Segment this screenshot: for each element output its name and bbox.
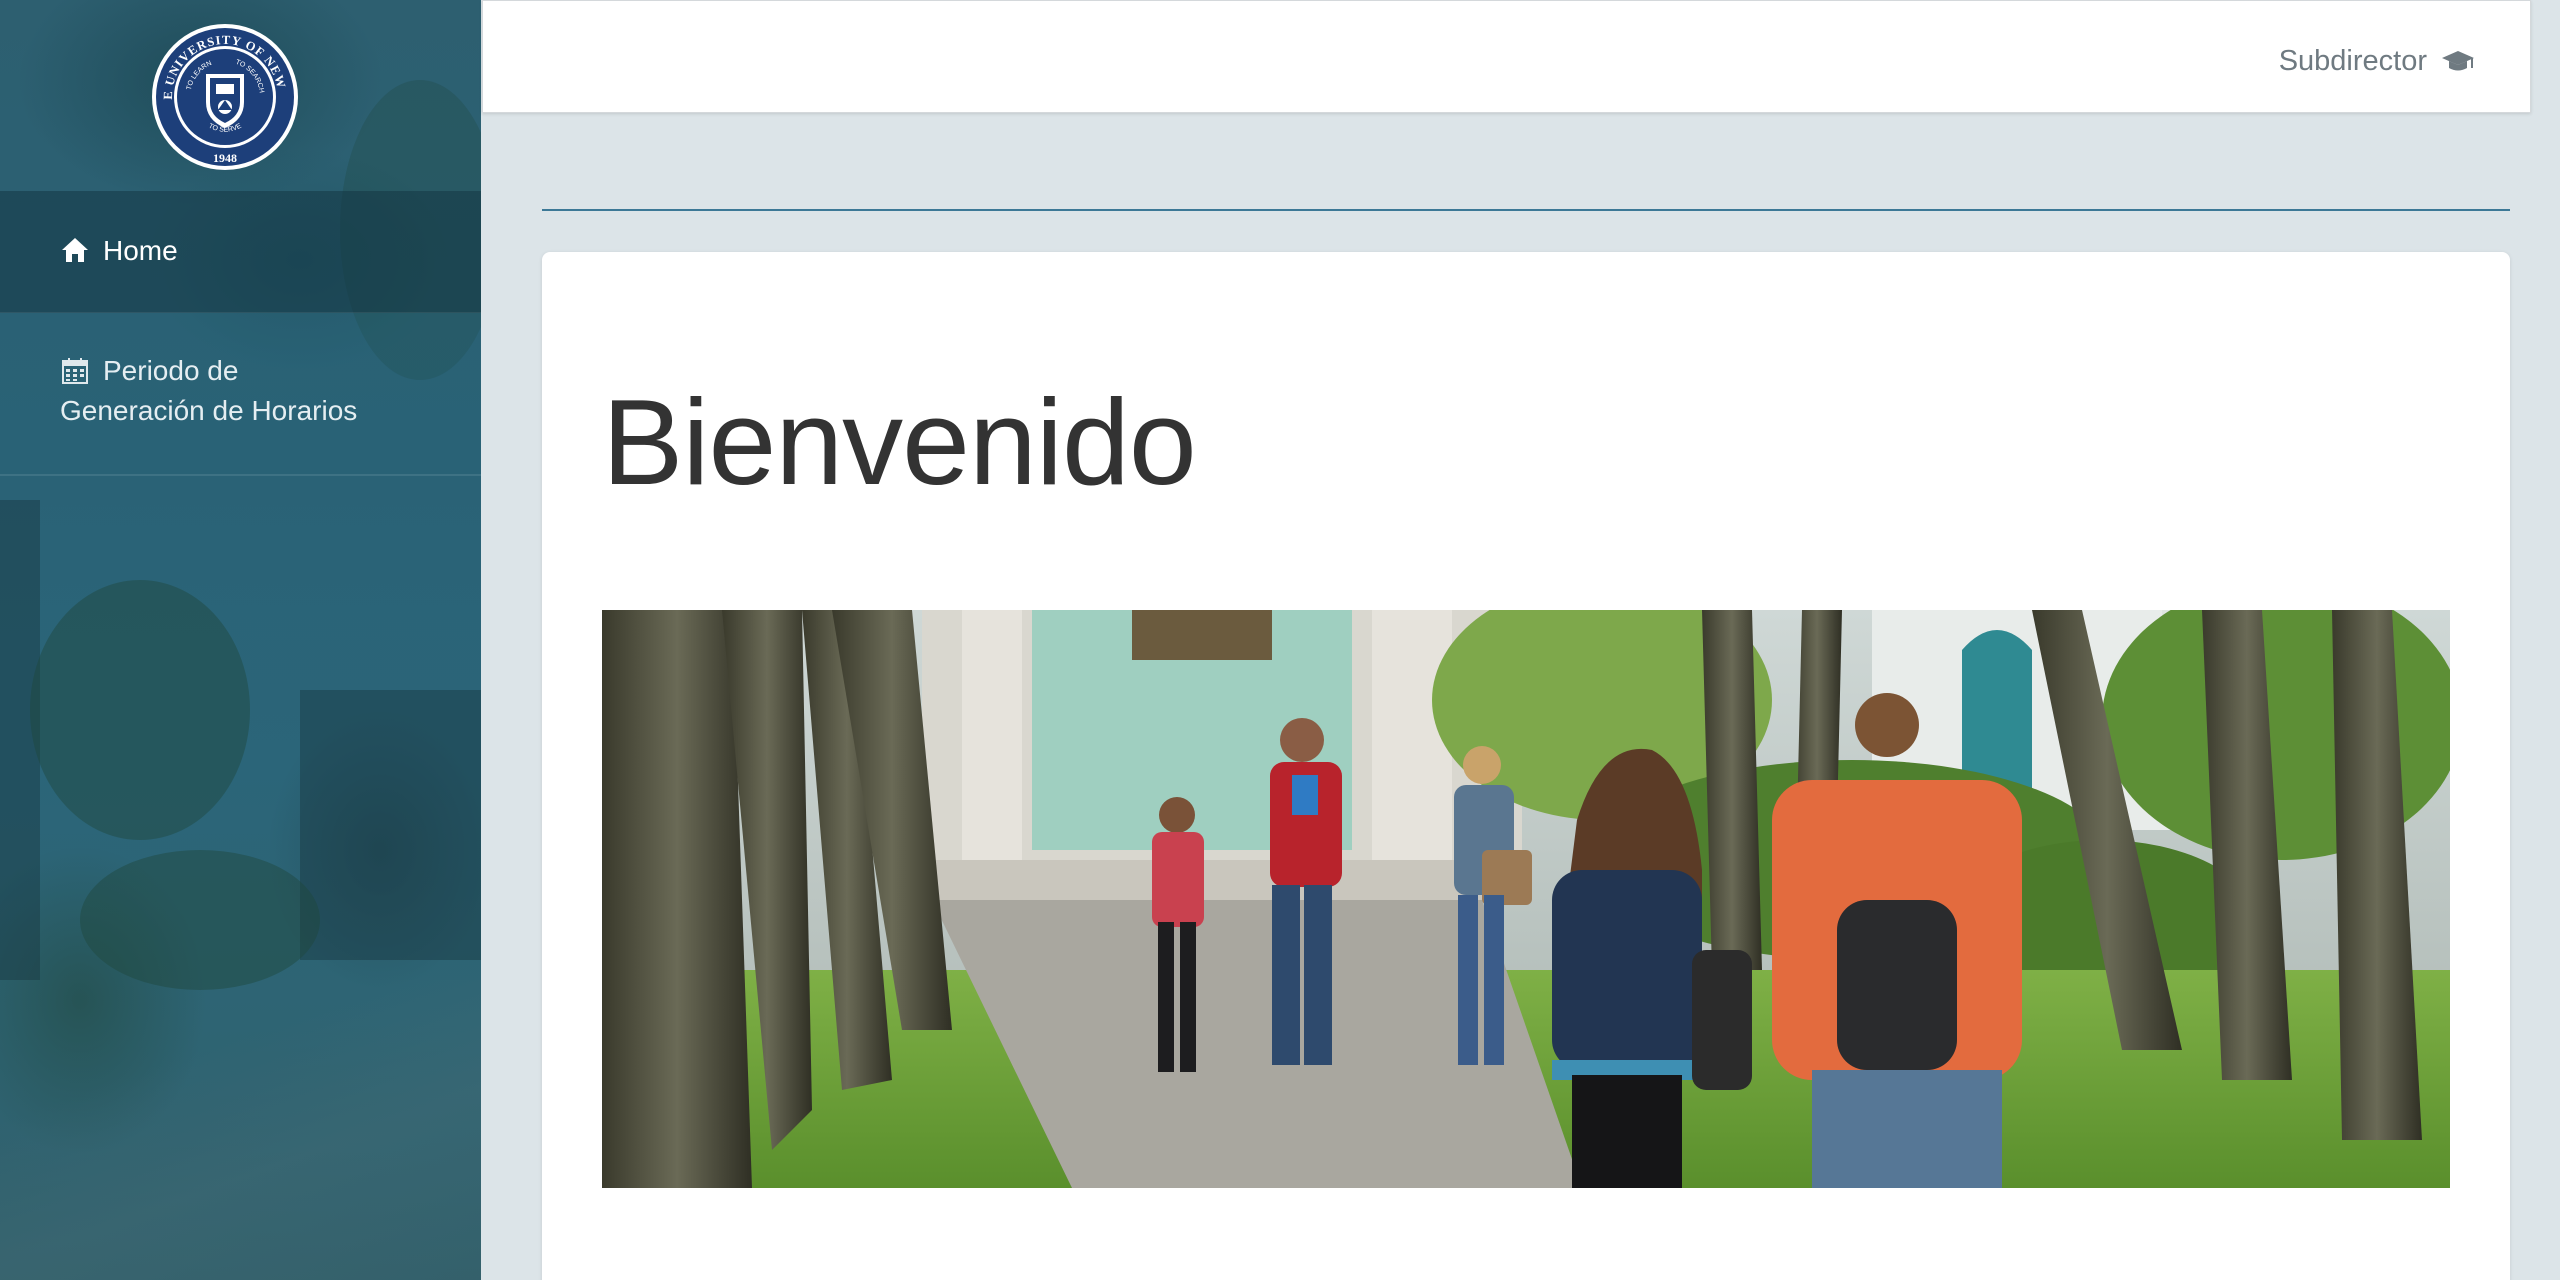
background-building — [300, 690, 481, 960]
top-bar: Subdirector — [482, 0, 2531, 113]
user-role-menu[interactable]: Subdirector — [2279, 45, 2475, 78]
page-title: Bienvenido — [602, 374, 1197, 510]
seal-icon: STATE UNIVERSITY OF NEW YORK 1948 TO LEA… — [145, 11, 298, 170]
graduation-cap-icon — [2442, 50, 2474, 70]
background-path — [0, 980, 481, 1280]
sidebar: STATE UNIVERSITY OF NEW YORK 1948 TO LEA… — [0, 0, 481, 1280]
section-divider — [542, 209, 2510, 211]
calendar-icon — [62, 358, 88, 384]
user-role-label: Subdirector — [2278, 45, 2427, 77]
students-walking-photo — [602, 580, 2462, 1188]
sidebar-item-label: Periodo de Generación de Horarios — [60, 351, 443, 431]
sidebar-item-home[interactable]: Home — [0, 191, 481, 313]
sidebar-nav: Home Periodo de Generación de Horarios — [0, 191, 481, 476]
sidebar-item-label-line1: Periodo de — [103, 355, 239, 386]
background-tree — [30, 580, 250, 840]
hero-image — [602, 580, 2462, 1188]
sidebar-item-periodo-generacion-horarios[interactable]: Periodo de Generación de Horarios — [0, 313, 481, 476]
sidebar-item-label: Home — [103, 235, 178, 266]
background-shrub — [80, 850, 320, 990]
svg-text:1948: 1948 — [213, 151, 237, 165]
university-seal-logo[interactable]: STATE UNIVERSITY OF NEW YORK 1948 TO LEA… — [145, 11, 300, 172]
home-icon — [62, 238, 88, 262]
welcome-card: Bienvenido — [542, 252, 2510, 1280]
sidebar-item-label-line2: Generación de Horarios — [60, 395, 358, 426]
